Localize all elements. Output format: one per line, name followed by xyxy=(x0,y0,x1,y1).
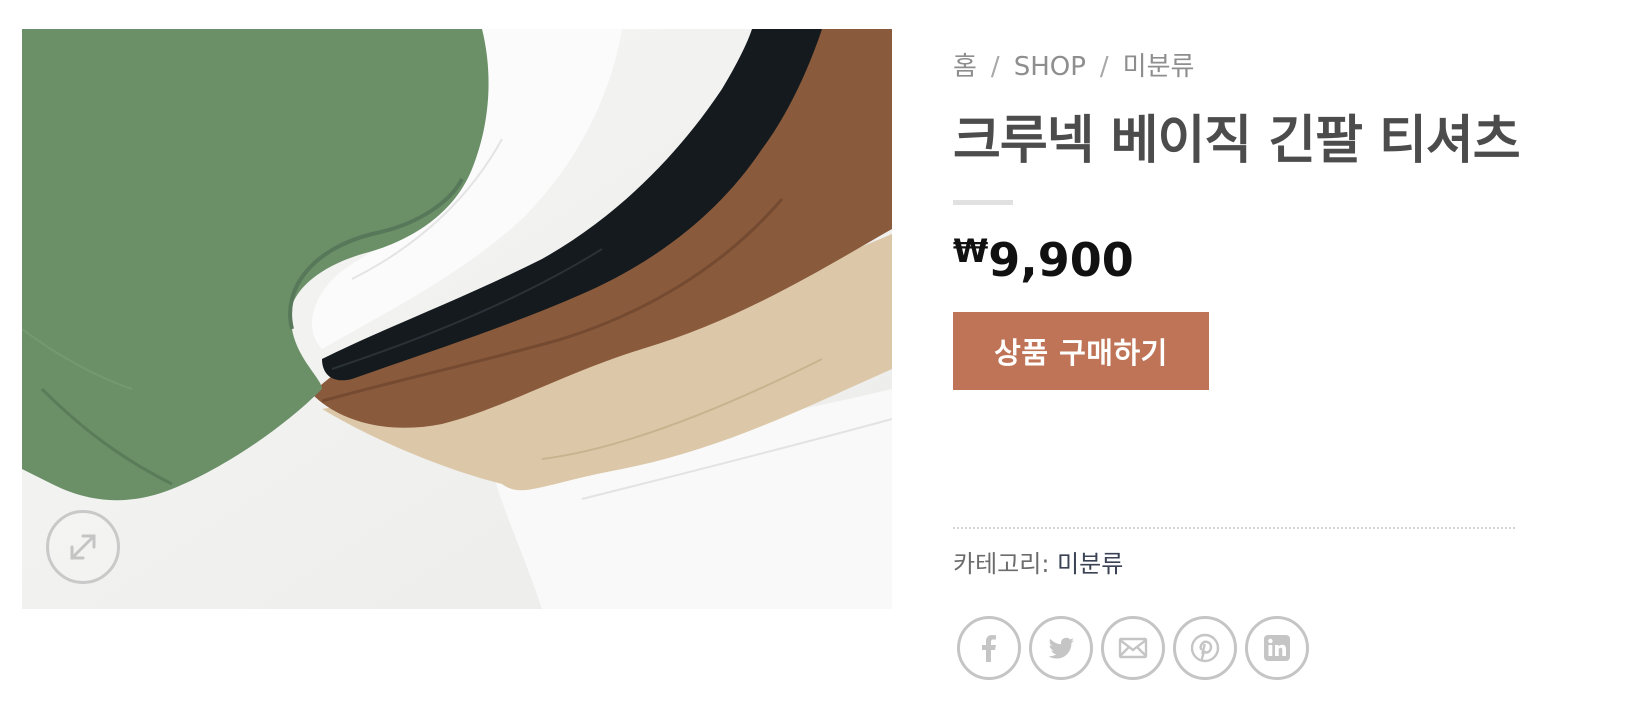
product-price: ₩9,900 xyxy=(953,235,1134,283)
category-link[interactable]: 미분류 xyxy=(1057,550,1123,578)
breadcrumb-home[interactable]: 홈 xyxy=(953,52,977,82)
breadcrumb-separator: / xyxy=(1099,52,1109,82)
product-summary: 홈 / SHOP / 미분류 크루넥 베이직 긴팔 티셔츠 ₩9,900 상품 구매하기… xyxy=(953,0,1573,726)
product-photo xyxy=(22,29,892,609)
breadcrumb-separator: / xyxy=(990,52,1000,82)
product-title: 크루넥 베이직 긴팔 티셔츠 xyxy=(953,111,1521,171)
twitter-icon xyxy=(1048,637,1074,659)
meta-divider xyxy=(953,527,1515,529)
facebook-icon xyxy=(982,635,996,662)
buy-button[interactable]: 상품 구매하기 xyxy=(953,312,1209,390)
breadcrumb: 홈 / SHOP / 미분류 xyxy=(953,46,1194,83)
linkedin-icon xyxy=(1264,635,1290,661)
share-email-button[interactable] xyxy=(1101,616,1165,680)
price-amount: 9,900 xyxy=(988,233,1134,287)
product-image-gallery[interactable] xyxy=(22,29,892,609)
share-facebook-button[interactable] xyxy=(957,616,1021,680)
category-label: 카테고리: xyxy=(953,550,1050,578)
pinterest-icon xyxy=(1190,633,1220,663)
title-divider xyxy=(953,200,1013,205)
product-meta: 카테고리: 미분류 xyxy=(953,544,1123,579)
email-icon xyxy=(1118,637,1148,659)
breadcrumb-category[interactable]: 미분류 xyxy=(1123,52,1195,82)
share-pinterest-button[interactable] xyxy=(1173,616,1237,680)
share-linkedin-button[interactable] xyxy=(1245,616,1309,680)
breadcrumb-shop[interactable]: SHOP xyxy=(1014,52,1086,82)
expand-arrows-icon xyxy=(70,534,96,560)
share-icons xyxy=(957,616,1309,680)
currency-symbol: ₩ xyxy=(953,232,989,270)
zoom-button[interactable] xyxy=(46,510,120,584)
share-twitter-button[interactable] xyxy=(1029,616,1093,680)
